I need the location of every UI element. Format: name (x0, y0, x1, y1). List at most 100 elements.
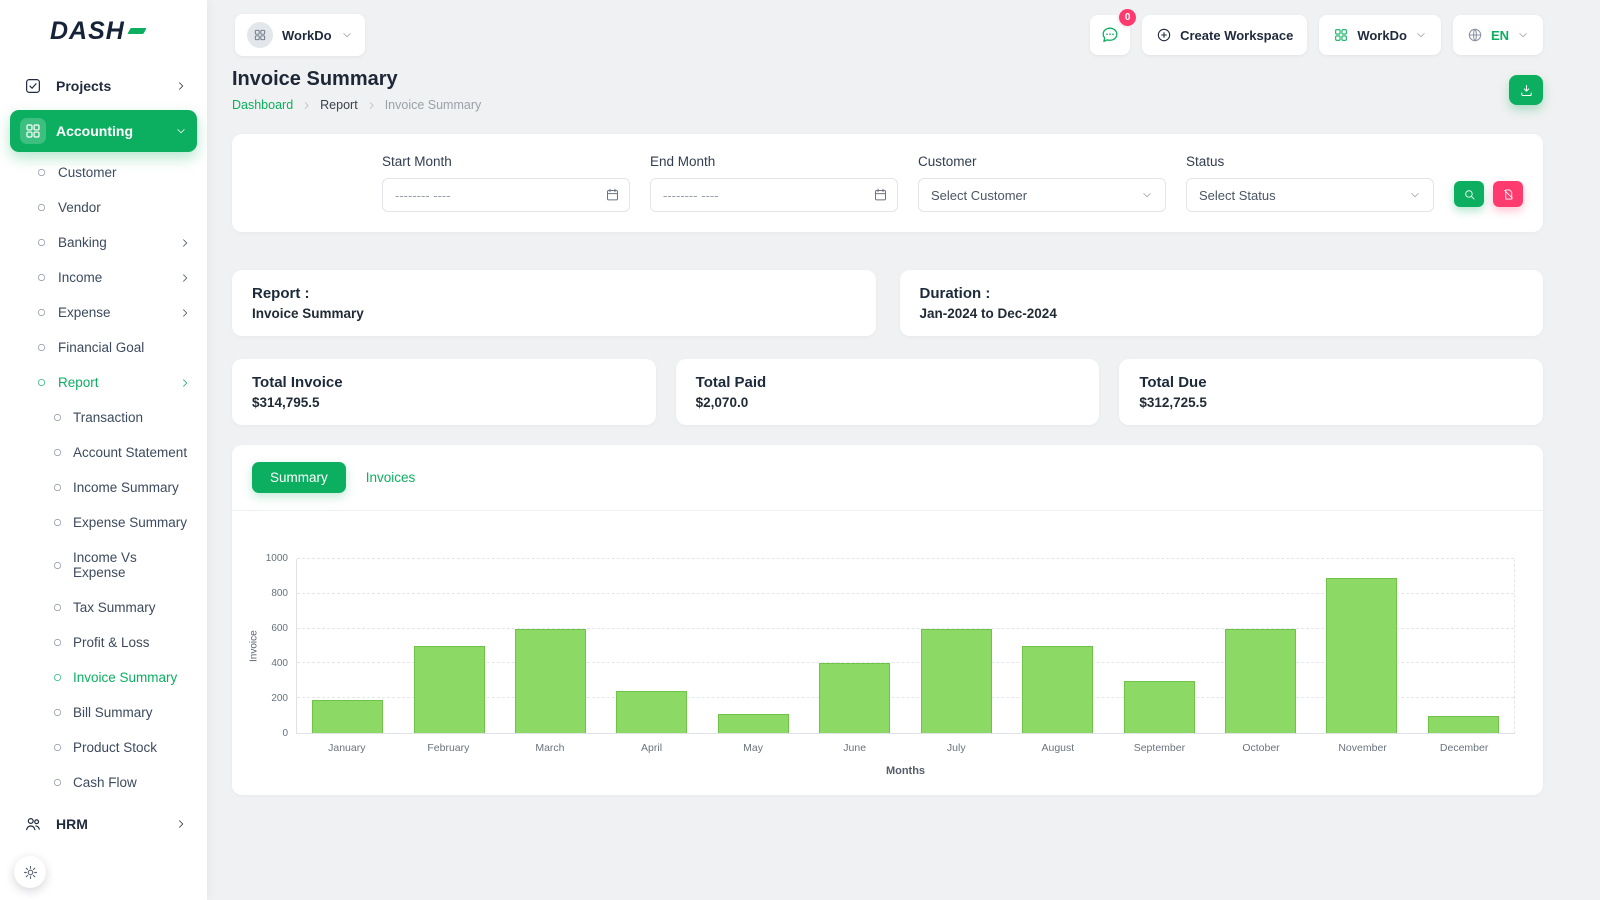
sidebar-item-invoice-summary[interactable]: Invoice Summary (0, 660, 207, 695)
breadcrumb: Dashboard Report Invoice Summary (232, 98, 481, 112)
download-button[interactable] (1509, 75, 1543, 105)
sidebar-item-accounting[interactable]: Accounting (10, 110, 197, 152)
x-tick-label: December (1439, 742, 1489, 754)
customer-select[interactable]: Select Customer (918, 178, 1166, 212)
bar-october (1225, 628, 1296, 733)
search-button[interactable] (1454, 181, 1484, 207)
bar-november (1326, 578, 1398, 733)
sidebar-item-label: Profit & Loss (73, 635, 150, 650)
sidebar-item-income-summary[interactable]: Income Summary (0, 470, 207, 505)
sidebar-item-transaction[interactable]: Transaction (0, 400, 207, 435)
messages-badge: 0 (1119, 9, 1137, 26)
chart-card: Summary Invoices Invoice 0 200 400 600 800 10… (232, 445, 1543, 795)
sidebar-item-tax-summary[interactable]: Tax Summary (0, 590, 207, 625)
status-label: Status (1186, 154, 1225, 169)
reset-filter-button[interactable] (1493, 181, 1523, 207)
language-selector[interactable]: EN (1452, 15, 1543, 55)
bar-december (1427, 715, 1499, 733)
report-value: Invoice Summary (252, 306, 364, 321)
bar-slot (1007, 559, 1108, 733)
breadcrumb-report[interactable]: Report (320, 98, 358, 112)
sidebar-item-income-vs-expense[interactable]: Income Vs Expense (0, 540, 207, 590)
tab-invoices[interactable]: Invoices (354, 462, 428, 493)
x-tick-label: July (946, 742, 966, 754)
workdo-menu-button[interactable]: WorkDo (1319, 15, 1441, 55)
workspace-switcher[interactable]: WorkDo (235, 14, 365, 56)
filter-actions (1454, 181, 1523, 212)
y-tick-label: 1000 (265, 553, 288, 564)
x-axis-title: Months (885, 765, 926, 777)
total-invoice-value: $314,795.5 (252, 395, 320, 410)
chevron-down-icon (1409, 189, 1421, 201)
status-select[interactable]: Select Status (1186, 178, 1434, 212)
chevron-right-icon (175, 818, 187, 830)
circle-icon (53, 603, 62, 612)
end-month-input[interactable] (650, 178, 898, 212)
circle-icon (53, 413, 62, 422)
total-due-value: $312,725.5 (1139, 395, 1207, 410)
y-axis: 0 200 400 600 800 1000 (262, 553, 296, 739)
duration-card: Duration : Jan-2024 to Dec-2024 (899, 270, 1543, 336)
chart-tabs: Summary Invoices (232, 445, 1543, 511)
sidebar-item-expense-summary[interactable]: Expense Summary (0, 505, 207, 540)
sidebar-item-income[interactable]: Income (0, 260, 207, 295)
sidebar-item-profit-loss[interactable]: Profit & Loss (0, 625, 207, 660)
bar-august (1022, 646, 1094, 733)
y-axis-title: Invoice (248, 630, 260, 663)
sidebar-item-expense[interactable]: Expense (0, 295, 207, 330)
x-tick-label: February (427, 742, 470, 754)
page-head: Invoice Summary Dashboard Report Invoice… (232, 68, 1543, 112)
settings-button[interactable] (14, 856, 46, 888)
create-workspace-button[interactable]: Create Workspace (1142, 15, 1308, 55)
sidebar-item-label: Customer (58, 165, 117, 180)
sidebar-item-label: Account Statement (73, 445, 188, 460)
bar-april (616, 691, 688, 733)
bar-june (819, 663, 891, 733)
bar-slot (1210, 559, 1311, 733)
app: DASH Projects Accounting Customer Vendor Ban… (0, 0, 1600, 900)
sidebar-item-financial-goal[interactable]: Financial Goal (0, 330, 207, 365)
chevron-down-icon (341, 29, 353, 41)
x-tick-label: April (641, 742, 663, 754)
total-due-card: Total Due $312,725.5 (1119, 359, 1543, 425)
sidebar-item-customer[interactable]: Customer (0, 155, 207, 190)
sidebar-item-vendor[interactable]: Vendor (0, 190, 207, 225)
create-workspace-label: Create Workspace (1180, 27, 1294, 43)
sidebar-item-cash-flow[interactable]: Cash Flow (0, 765, 207, 800)
chevron-right-icon (179, 307, 191, 319)
sidebar-item-account-statement[interactable]: Account Statement (0, 435, 207, 470)
start-month-field: Start Month (382, 154, 630, 212)
sidebar-item-projects[interactable]: Projects (10, 65, 197, 107)
x-axis: January February March April May June July Augu… (296, 742, 1515, 754)
sidebar-item-bill-summary[interactable]: Bill Summary (0, 695, 207, 730)
sidebar-nav: Projects Accounting Customer Vendor Banking I… (0, 62, 207, 900)
bar-march (515, 628, 587, 733)
users-icon (20, 811, 46, 837)
sidebar-item-report[interactable]: Report (0, 365, 207, 400)
breadcrumb-dashboard[interactable]: Dashboard (232, 98, 293, 112)
sidebar-item-label: Transaction (73, 410, 144, 425)
chat-icon (1100, 25, 1120, 45)
bar-slot (703, 559, 804, 733)
sidebar-item-product-stock[interactable]: Product Stock (0, 730, 207, 765)
plot (296, 558, 1515, 734)
sidebar-item-hrm[interactable]: HRM (10, 803, 197, 845)
sidebar-item-label: Vendor (58, 200, 101, 215)
customer-label: Customer (918, 154, 977, 169)
report-duration-row: Report : Invoice Summary Duration : Jan-… (232, 270, 1543, 336)
sidebar-item-label: Bill Summary (73, 705, 153, 720)
sidebar-item-banking[interactable]: Banking (0, 225, 207, 260)
invoice-bar-chart: Invoice 0 200 400 600 800 1000 January Februar… (232, 511, 1543, 795)
messages-button[interactable]: 0 (1090, 9, 1137, 55)
circle-icon (53, 518, 62, 527)
workspace-name: WorkDo (282, 27, 332, 43)
start-month-input[interactable] (382, 178, 630, 212)
logo-text: DASH (50, 16, 125, 45)
sidebar-item-label: Income Summary (73, 480, 179, 495)
tab-summary[interactable]: Summary (252, 462, 346, 493)
chevron-right-icon (366, 100, 377, 111)
x-tick-label: March (535, 742, 565, 754)
total-invoice-label: Total Invoice (252, 374, 343, 391)
end-month-label: End Month (650, 154, 716, 169)
bar-slot (1413, 559, 1514, 733)
